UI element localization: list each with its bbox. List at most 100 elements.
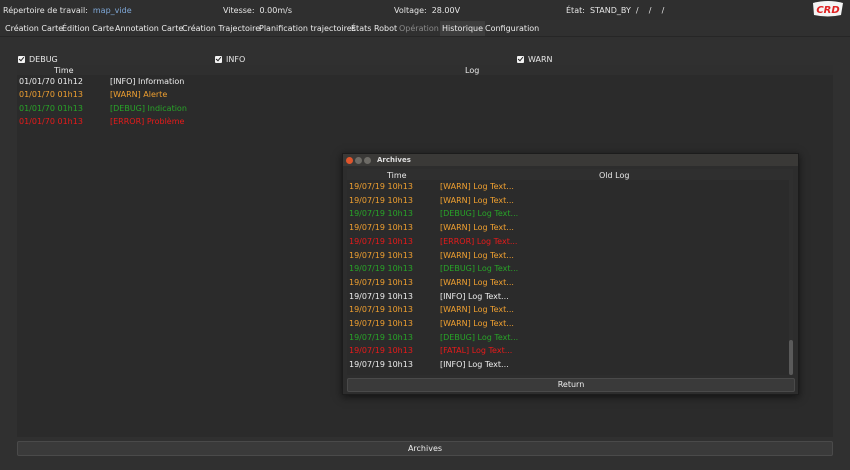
archive-row[interactable]: 19/07/19 10h13 [WARN] Log Text... (347, 194, 787, 208)
column-header-old-log[interactable]: Old Log (599, 171, 629, 180)
archive-message: [WARN] Log Text... (440, 305, 514, 315)
archive-row[interactable]: 19/07/19 10h13 [ERROR] Log Text... (347, 235, 787, 249)
archive-message: [WARN] Log Text... (440, 319, 514, 328)
tab-configuration[interactable]: Configuration (483, 21, 541, 36)
archive-message: [WARN] Log Text... (440, 250, 514, 260)
maximize-window-icon[interactable] (364, 157, 371, 164)
voltage-status: Voltage: 28.00V (394, 6, 460, 15)
column-header-time[interactable]: Time (387, 171, 407, 180)
archive-row[interactable]: 19/07/19 10h13 [DEBUG] Log Text... (347, 262, 787, 276)
tab-historique[interactable]: Historique (440, 21, 486, 37)
minimize-window-icon[interactable] (355, 157, 362, 164)
archives-dialog: Archives Time Old Log 19/07/19 10h13 [WAR… (342, 153, 799, 395)
archives-button[interactable]: Archives (17, 441, 833, 456)
log-table-header: Time Log (17, 65, 833, 75)
archive-time: 19/07/19 10h13 (349, 223, 413, 233)
debug-checkbox[interactable] (18, 55, 25, 63)
log-table-row[interactable]: 01/01/70 01h13 [WARN] Alerte (17, 88, 833, 101)
debug-filter-label: DEBUG (29, 54, 58, 64)
tab-planification-trajectoires[interactable]: Planification trajectoires (257, 21, 358, 36)
log-message: [ERROR] Problème (110, 117, 185, 126)
crd-logo: CRD (813, 1, 843, 17)
log-time: 01/01/70 01h13 (19, 104, 83, 113)
tab-creation-trajectoire[interactable]: Création Trajectoire (180, 21, 262, 36)
close-window-icon[interactable] (346, 157, 353, 164)
log-time: 01/01/70 01h13 (19, 117, 83, 126)
archive-message: [FATAL] Log Text... (440, 346, 513, 356)
info-filter[interactable]: INFO (215, 54, 245, 64)
tab-etats-robot[interactable]: États Robot (349, 21, 399, 36)
archive-row[interactable]: 19/07/19 10h13 [DEBUG] Log Text... (347, 207, 787, 221)
log-table-row[interactable]: 01/01/70 01h12 [INFO] Information (17, 75, 833, 88)
archive-time: 19/07/19 10h13 (349, 250, 413, 260)
log-message: [WARN] Alerte (110, 90, 168, 99)
log-table-row[interactable]: 01/01/70 01h13 [ERROR] Problème (17, 115, 833, 128)
column-header-log[interactable]: Log (465, 66, 479, 75)
tab-annotation-carte[interactable]: Annotation Carte (113, 21, 185, 36)
archive-time: 19/07/19 10h13 (349, 264, 413, 274)
archive-time: 19/07/19 10h13 (349, 195, 413, 205)
archives-scrollbar-thumb[interactable] (789, 340, 793, 375)
warn-filter[interactable]: WARN (517, 54, 553, 64)
archive-row[interactable]: 19/07/19 10h13 [WARN] Log Text... (347, 303, 787, 317)
debug-filter[interactable]: DEBUG (18, 54, 58, 64)
log-message: [INFO] Information (110, 77, 185, 86)
log-time: 01/01/70 01h13 (19, 90, 83, 99)
archive-time: 19/07/19 10h13 (349, 291, 413, 301)
archives-table-header: Time Old Log (347, 169, 793, 180)
archive-message: [WARN] Log Text... (440, 223, 514, 233)
archive-time: 19/07/19 10h13 (349, 346, 413, 356)
archive-message: [WARN] Log Text... (440, 182, 514, 191)
archive-row[interactable]: 19/07/19 10h13 [FATAL] Log Text... (347, 344, 787, 358)
archives-scrollbar[interactable] (789, 180, 793, 375)
archive-message: [INFO] Log Text... (440, 360, 509, 370)
archive-message: [WARN] Log Text... (440, 277, 514, 287)
log-table-row[interactable]: 01/01/70 01h13 [DEBUG] Indication (17, 102, 833, 115)
archive-row[interactable]: 19/07/19 10h13 [WARN] Log Text... (347, 249, 787, 263)
speed-status: Vitesse: 0.00m/s (223, 6, 292, 15)
warn-filter-label: WARN (528, 54, 553, 64)
archives-dialog-titlebar[interactable]: Archives (343, 154, 798, 166)
archive-time: 19/07/19 10h13 (349, 209, 413, 219)
info-checkbox[interactable] (215, 55, 222, 63)
workdir-label: Répertoire de travail: (3, 6, 88, 15)
archive-row[interactable]: 19/07/19 10h13 [DEBUG] Log Text... (347, 331, 787, 345)
state-value: STAND_BY / / / (589, 6, 665, 15)
voltage-label: Voltage: (394, 6, 427, 15)
archive-time: 19/07/19 10h13 (349, 236, 413, 246)
archive-row[interactable]: 19/07/19 10h13 [INFO] Log Text... (347, 358, 787, 372)
return-button[interactable]: Return (347, 378, 795, 392)
archive-message: [DEBUG] Log Text... (440, 264, 519, 274)
workdir-status: Répertoire de travail: map_vide (3, 6, 132, 15)
archive-time: 19/07/19 10h13 (349, 305, 413, 315)
tab-creation-carte[interactable]: Création Carte (3, 21, 65, 36)
archive-time: 19/07/19 10h13 (349, 319, 413, 328)
main-tab-bar: Création Carte Édition Carte Annotation … (0, 21, 850, 37)
archive-message: [INFO] Log Text... (440, 291, 509, 301)
archive-row[interactable]: 19/07/19 10h13 [WARN] Log Text... (347, 317, 787, 331)
archive-row[interactable]: 19/07/19 10h13 [WARN] Log Text... (347, 276, 787, 290)
archives-dialog-title: Archives (377, 156, 411, 164)
column-header-time[interactable]: Time (54, 66, 74, 75)
archives-table[interactable]: Time Old Log 19/07/19 10h13 [WARN] Log Te… (347, 169, 793, 375)
archive-message: [DEBUG] Log Text... (440, 209, 519, 219)
archive-time: 19/07/19 10h13 (349, 277, 413, 287)
archive-time: 19/07/19 10h13 (349, 332, 413, 342)
archive-message: [ERROR] Log Text... (440, 236, 518, 246)
archive-message: [WARN] Log Text... (440, 195, 514, 205)
info-filter-label: INFO (226, 54, 246, 64)
archive-message: [DEBUG] Log Text... (440, 332, 519, 342)
tab-edition-carte[interactable]: Édition Carte (60, 21, 116, 36)
workdir-value: map_vide (92, 6, 132, 15)
warn-checkbox[interactable] (517, 55, 524, 63)
log-time: 01/01/70 01h12 (19, 77, 83, 86)
archive-time: 19/07/19 10h13 (349, 360, 413, 370)
archive-row[interactable]: 19/07/19 10h13 [WARN] Log Text... (347, 180, 787, 194)
archive-row[interactable]: 19/07/19 10h13 [INFO] Log Text... (347, 290, 787, 304)
speed-label: Vitesse: (223, 6, 255, 15)
archive-row[interactable]: 19/07/19 10h13 [WARN] Log Text... (347, 221, 787, 235)
tab-operation[interactable]: Opération (397, 21, 441, 36)
voltage-value: 28.00V (431, 6, 461, 15)
log-message: [DEBUG] Indication (110, 104, 187, 113)
status-bar: Répertoire de travail: map_vide Vitesse: 0… (0, 0, 850, 20)
